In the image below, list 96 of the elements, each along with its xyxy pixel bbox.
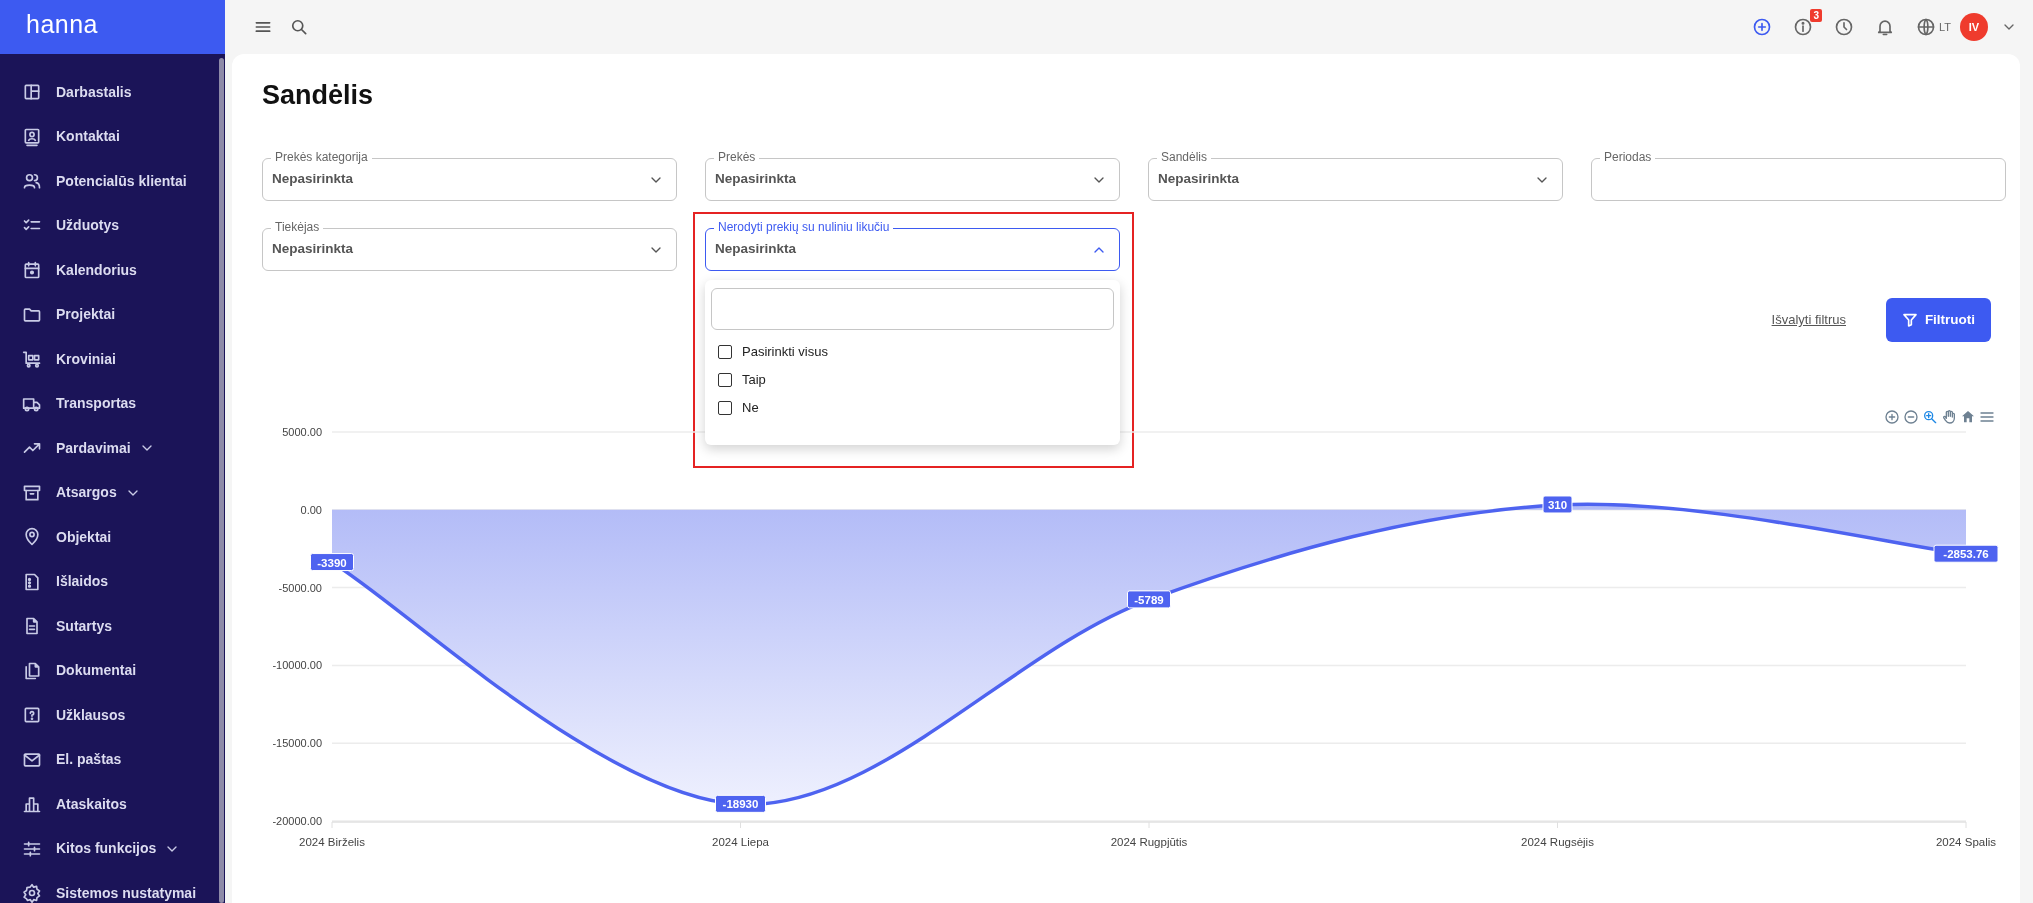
sidebar-label: Darbastalis [56, 82, 132, 102]
option-label[interactable]: Ne [742, 398, 759, 418]
sidebar-item[interactable]: Potencialūs klientai [0, 159, 225, 204]
sidebar-item[interactable]: Objektai [0, 515, 225, 560]
sidebar-item[interactable]: El. paštas [0, 737, 225, 782]
axis-label: 5000.00 [282, 426, 322, 438]
data-label: -18930 [722, 798, 759, 811]
zoom-out-icon[interactable] [1903, 409, 1919, 425]
scrollbar[interactable] [219, 58, 224, 903]
axis-label: -10000.00 [272, 659, 322, 672]
bar-chart-icon [22, 794, 42, 815]
sidebar-label: Sistemos nustatymai [56, 883, 197, 903]
sidebar-label: Projektai [56, 305, 116, 325]
axis-label: -5000.00 [278, 581, 322, 594]
sidebar-item[interactable]: Darbastalis [0, 70, 225, 115]
sidebar-item[interactable]: Kalendorius [0, 248, 225, 293]
layout-icon [22, 82, 42, 103]
sidebar-item[interactable]: Išlaidos [0, 559, 225, 604]
logo[interactable]: hanna [0, 0, 225, 54]
sidebar-label: Transportas [56, 394, 137, 414]
search-field[interactable] [711, 288, 1114, 330]
sidebar-label: Atsargos [56, 483, 117, 503]
people-icon [22, 171, 42, 192]
notification-count: 3 [1810, 9, 1822, 22]
sidebar-label: Dokumentai [56, 661, 137, 681]
home-icon[interactable] [1960, 409, 1976, 425]
sidebar-item[interactable]: Kitos funkcijos [0, 826, 225, 871]
question-icon [22, 705, 42, 726]
search-icon[interactable] [289, 17, 309, 37]
data-label: -18930 [715, 794, 766, 813]
contact-card-icon [22, 126, 42, 147]
cart-icon [22, 349, 42, 370]
calendar-icon [22, 260, 42, 281]
sidebar-label: Objektai [56, 527, 112, 547]
sidebar-item[interactable]: Atsargos [0, 470, 225, 515]
avatar[interactable]: IV [1960, 13, 1988, 41]
magnifier-icon[interactable] [1922, 409, 1938, 425]
documents-icon [22, 660, 42, 681]
receipt-icon [22, 571, 42, 592]
data-label: 310 [1542, 495, 1573, 514]
axis-label: 2024 Birželis [299, 836, 365, 848]
axis-label: -20000.00 [272, 815, 322, 827]
sidebar-label: Sutartys [56, 616, 113, 636]
data-label: -2853.76 [1943, 548, 1989, 561]
sidebar-label: Kontaktai [56, 127, 120, 147]
location-pin-icon [22, 527, 42, 548]
axis-label: 2024 Rugpjūtis [1110, 836, 1188, 848]
sidebar-item[interactable]: Pardavimai [0, 426, 225, 471]
checkbox[interactable] [718, 373, 732, 387]
clear-filters-link[interactable]: Išvalyti filtrus [1771, 310, 1846, 330]
data-label: 310 [1547, 498, 1568, 511]
filter-icon [1901, 312, 1918, 328]
axis-label: 0.00 [300, 503, 322, 516]
option-label[interactable]: Taip [742, 370, 766, 390]
checkbox[interactable] [718, 401, 732, 415]
axis-label: 2024 Rugsėjis [1521, 836, 1594, 848]
axis-label: 2024 Liepa [712, 836, 769, 848]
sidebar-item[interactable]: Dokumentai [0, 648, 225, 693]
filter-button[interactable]: Filtruoti [1886, 298, 1991, 342]
sidebar-label: Užduotys [56, 216, 119, 236]
data-label: -5789 [1134, 593, 1164, 606]
data-label: -3390 [310, 553, 354, 572]
sidebar-item[interactable]: Sutartys [0, 604, 225, 649]
data-label: -2853.76 [1933, 544, 1999, 563]
data-label: -5789 [1127, 590, 1171, 609]
sidebar-item[interactable]: Užduotys [0, 203, 225, 248]
axis-label: -15000.00 [272, 737, 322, 750]
hand-icon[interactable] [1941, 409, 1957, 425]
sidebar-label: El. paštas [56, 750, 122, 770]
sidebar-label: Ataskaitos [56, 794, 127, 814]
sidebar-label: Kroviniai [56, 349, 116, 369]
sidebar-item[interactable]: Sistemos nustatymai [0, 871, 225, 903]
zoom-in-icon[interactable] [1884, 409, 1900, 425]
sidebar-label: Užklausos [56, 705, 126, 725]
globe-icon[interactable] [1915, 17, 1936, 37]
sidebar-label: Potencialūs klientai [56, 171, 187, 191]
page-title: Sandėlis [262, 79, 375, 112]
language-label[interactable]: LT [1938, 18, 1951, 36]
clock-icon[interactable] [1833, 17, 1854, 37]
axis-label: 2024 Spalis [1935, 836, 1997, 848]
sidebar-item[interactable]: Ataskaitos [0, 782, 225, 827]
option-label[interactable]: Pasirinkti visus [742, 342, 828, 362]
sidebar-label: Išlaidos [56, 572, 109, 592]
gear-icon [22, 883, 42, 903]
checkbox[interactable] [718, 345, 732, 359]
data-label: -3390 [317, 556, 347, 569]
info-icon[interactable] [1792, 17, 1813, 37]
sidebar-item[interactable]: Transportas [0, 381, 225, 426]
sidebar-item[interactable]: Kroviniai [0, 337, 225, 382]
sidebar-item[interactable]: Projektai [0, 292, 225, 337]
sidebar-item[interactable]: Kontaktai [0, 114, 225, 159]
sidebar-label: Kitos funkcijos [56, 839, 157, 859]
sidebar-item[interactable]: Užklausos [0, 693, 225, 738]
add-icon[interactable] [1751, 17, 1772, 37]
sidebar-label: Kalendorius [56, 260, 137, 280]
sidebar-label: Pardavimai [56, 438, 131, 458]
